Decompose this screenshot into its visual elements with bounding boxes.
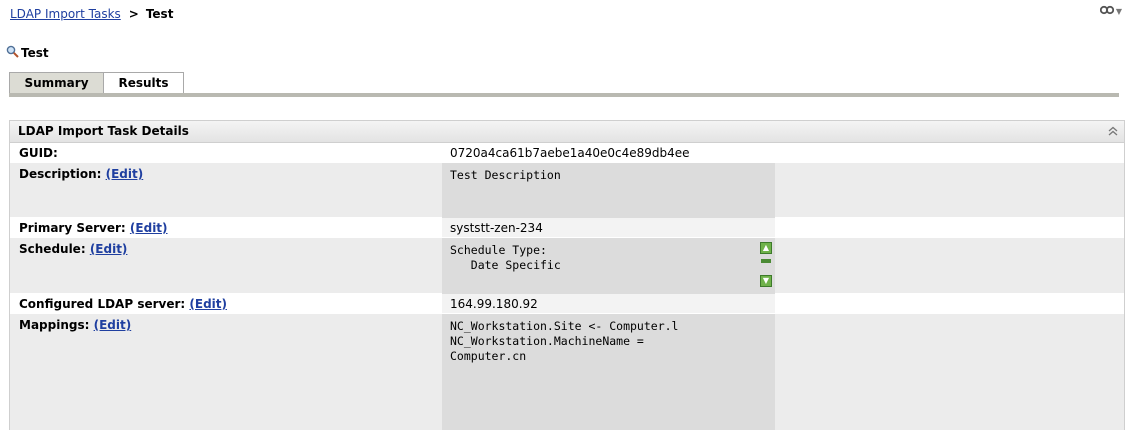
tab-underline (9, 93, 1119, 97)
primary-server-edit-link[interactable]: (Edit) (130, 221, 168, 235)
mappings-label: Mappings: (Edit) (19, 318, 131, 332)
primary-server-value: syststt-zen-234 (450, 221, 543, 235)
panel-header: LDAP Import Task Details (10, 121, 1124, 143)
page-title: Test (6, 45, 49, 61)
page-title-text: Test (21, 46, 49, 60)
breadcrumb-separator: > (128, 7, 139, 21)
panel-title: LDAP Import Task Details (18, 124, 189, 138)
scroll-down-icon[interactable]: ▼ (760, 275, 772, 287)
ldap-server-label-text: Configured LDAP server: (19, 297, 186, 311)
guid-label: GUID: (19, 146, 58, 160)
primary-server-label: Primary Server: (Edit) (19, 221, 168, 235)
schedule-label: Schedule: (Edit) (19, 242, 127, 256)
breadcrumb: LDAP Import Tasks > Test (10, 7, 173, 21)
guid-value: 0720a4ca61b7aebe1a40e0c4e89db4ee (450, 146, 690, 160)
ldap-server-edit-link[interactable]: (Edit) (189, 297, 227, 311)
ldap-server-value: 164.99.180.92 (450, 297, 538, 311)
row-schedule: Schedule: (Edit) Schedule Type: Date Spe… (10, 238, 1124, 294)
search-icon (6, 45, 21, 61)
primary-server-label-text: Primary Server: (19, 221, 126, 235)
scroll-thumb[interactable] (761, 259, 771, 263)
row-primary-server: Primary Server: (Edit) syststt-zen-234 (10, 218, 1124, 238)
mappings-edit-link[interactable]: (Edit) (94, 318, 132, 332)
link-icon[interactable] (1099, 5, 1114, 18)
scroll-up-icon[interactable]: ▲ (760, 242, 772, 254)
schedule-value: Schedule Type: Date Specific (442, 238, 775, 294)
ldap-import-task-details-panel: LDAP Import Task Details GUID: 0720a4ca6… (9, 120, 1125, 430)
description-label-text: Description: (19, 167, 102, 181)
mappings-value: NC_Workstation.Site <- Computer.l NC_Wor… (442, 314, 775, 430)
mappings-label-text: Mappings: (19, 318, 90, 332)
menu-arrow-icon[interactable]: ▼ (1116, 7, 1122, 16)
schedule-label-text: Schedule: (19, 242, 86, 256)
description-edit-link[interactable]: (Edit) (106, 167, 144, 181)
row-ldap-server: Configured LDAP server: (Edit) 164.99.18… (10, 294, 1124, 314)
double-chevron-up-icon[interactable] (1106, 125, 1120, 139)
row-description: Description: (Edit) Test Description (10, 163, 1124, 218)
schedule-edit-link[interactable]: (Edit) (90, 242, 128, 256)
breadcrumb-link-ldap-import-tasks[interactable]: LDAP Import Tasks (10, 7, 121, 21)
row-guid: GUID: 0720a4ca61b7aebe1a40e0c4e89db4ee (10, 143, 1124, 163)
tab-results[interactable]: Results (104, 72, 184, 93)
description-value: Test Description (442, 163, 775, 218)
breadcrumb-current: Test (145, 7, 174, 21)
top-right-tools[interactable]: ▼ (1099, 5, 1122, 18)
tab-bar: Summary Results (9, 72, 184, 93)
description-label: Description: (Edit) (19, 167, 143, 181)
tab-summary[interactable]: Summary (9, 72, 104, 93)
row-mappings: Mappings: (Edit) NC_Workstation.Site <- … (10, 314, 1124, 430)
ldap-server-label: Configured LDAP server: (Edit) (19, 297, 227, 311)
